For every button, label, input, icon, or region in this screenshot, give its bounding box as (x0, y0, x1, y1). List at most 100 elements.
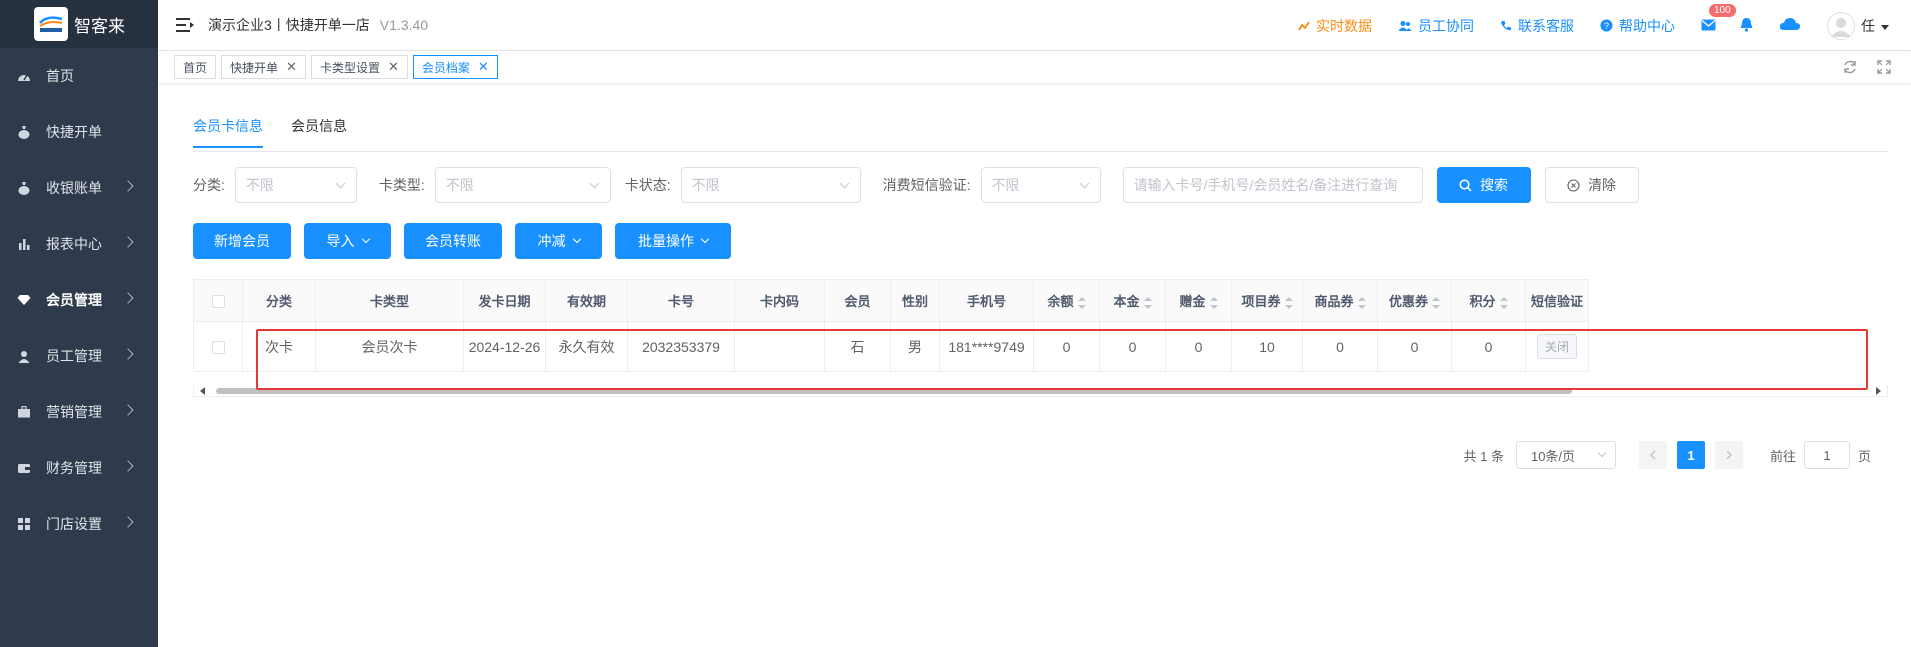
col-header-sortable[interactable]: 赠金 (1165, 279, 1232, 322)
close-icon[interactable]: ✕ (478, 59, 489, 75)
scroll-right-icon[interactable] (1876, 387, 1881, 395)
tab-member-info[interactable]: 会员信息 (291, 116, 347, 148)
chevron-left-icon (1649, 450, 1656, 460)
help-center-link[interactable]: ? 帮助中心 (1600, 16, 1675, 36)
category-select[interactable]: 不限 (234, 167, 357, 203)
scroll-left-icon[interactable] (200, 387, 205, 395)
next-page-button[interactable] (1714, 441, 1743, 469)
card-type-select[interactable]: 不限 (434, 167, 611, 203)
sort-icon[interactable] (1357, 296, 1366, 309)
table-row[interactable]: 次卡 会员次卡 2024-12-26 永久有效 2032353379 石 男 1… (193, 321, 1589, 372)
sidebar-item-marketing[interactable]: 营销管理 (0, 384, 158, 440)
mail-icon (1701, 19, 1716, 30)
sidebar-item-label: 首页 (46, 68, 74, 84)
cloud-button[interactable] (1779, 17, 1801, 34)
col-header-sortable[interactable]: 商品券 (1302, 279, 1378, 322)
col-header: 发卡日期 (463, 279, 546, 322)
diamond-icon (16, 292, 32, 308)
phone-icon (1501, 20, 1511, 30)
close-icon[interactable]: ✕ (286, 59, 297, 75)
tag-tools (1843, 60, 1891, 74)
col-header: 手机号 (939, 279, 1034, 322)
tag-card-type-settings[interactable]: 卡类型设置 ✕ (310, 55, 408, 79)
sort-icon[interactable] (1432, 296, 1440, 309)
col-header-sortable[interactable]: 本金 (1099, 279, 1166, 322)
import-button[interactable]: 导入 (304, 223, 391, 259)
member-transfer-button[interactable]: 会员转账 (404, 223, 502, 259)
col-header-sortable[interactable]: 积分 (1451, 279, 1526, 322)
svg-text:?: ? (1604, 21, 1609, 31)
col-header: 会员 (824, 279, 891, 322)
col-header-sortable[interactable]: 项目券 (1231, 279, 1303, 322)
staff-collab-link[interactable]: 员工协同 (1398, 16, 1474, 36)
chevron-right-icon (122, 236, 134, 248)
cell-discount-coupon: 0 (1377, 321, 1452, 372)
close-icon[interactable]: ✕ (388, 59, 399, 75)
cell-points: 0 (1451, 321, 1526, 372)
table-horizontal-scrollbar[interactable] (193, 385, 1888, 397)
search-icon (1459, 178, 1472, 192)
card-status-select[interactable]: 不限 (680, 167, 861, 203)
goto-page-input[interactable]: 1 (1803, 441, 1850, 469)
sidebar-item-store-settings[interactable]: 门店设置 (0, 496, 158, 552)
card-type-label: 卡类型: (378, 177, 425, 193)
prev-page-button[interactable] (1638, 441, 1667, 469)
bar-chart-icon (16, 236, 32, 252)
sort-icon[interactable] (1499, 296, 1508, 309)
chevron-down-icon (361, 234, 370, 244)
cell-member: 石 (824, 321, 891, 372)
chevron-right-icon (122, 180, 134, 192)
menu-toggle-icon[interactable] (176, 18, 194, 32)
avatar[interactable] (1827, 11, 1855, 40)
tab-card-info[interactable]: 会员卡信息 (193, 116, 263, 148)
sms-verify-select[interactable]: 不限 (980, 167, 1101, 203)
sort-icon[interactable] (1143, 296, 1152, 309)
notification-button[interactable] (1740, 17, 1753, 35)
tag-quick-order[interactable]: 快捷开单 ✕ (221, 55, 306, 79)
offset-button[interactable]: 冲减 (515, 223, 602, 259)
tag-label: 会员档案 (421, 60, 470, 75)
refresh-icon[interactable] (1843, 60, 1857, 74)
tag-home[interactable]: 首页 (174, 55, 217, 79)
sort-icon[interactable] (1209, 296, 1218, 309)
col-header: 分类 (242, 279, 316, 322)
contact-support-link[interactable]: 联系客服 (1500, 16, 1574, 36)
sidebar-item-quick-order[interactable]: 快捷开单 (0, 104, 158, 160)
sidebar-item-billing[interactable]: 收银账单 (0, 160, 158, 216)
col-header-sortable[interactable]: 余额 (1033, 279, 1100, 322)
sort-icon[interactable] (1284, 296, 1293, 309)
cell-validity: 永久有效 (545, 321, 628, 372)
page-size-select[interactable]: 10条/页 (1515, 441, 1616, 469)
select-all-checkbox[interactable] (211, 295, 225, 309)
scrollbar-thumb[interactable] (216, 388, 1572, 394)
batch-operation-button[interactable]: 批量操作 (615, 223, 731, 259)
sidebar-item-finance[interactable]: 财务管理 (0, 440, 158, 496)
tag-member-profile[interactable]: 会员档案 ✕ (412, 55, 498, 79)
mail-button[interactable]: 100 (1701, 3, 1736, 34)
sidebar-item-reports[interactable]: 报表中心 (0, 216, 158, 272)
realtime-data-label: 实时数据 (1316, 17, 1372, 34)
page-number-button[interactable]: 1 (1676, 441, 1705, 469)
clear-button[interactable]: 清除 (1544, 167, 1639, 203)
add-member-button[interactable]: 新增会员 (193, 223, 291, 259)
col-header-sortable[interactable]: 优惠券 (1377, 279, 1452, 322)
search-button[interactable]: 搜索 (1436, 167, 1531, 203)
fullscreen-icon[interactable] (1877, 60, 1891, 74)
logo-bar: 智客来 (0, 0, 158, 48)
sidebar-item-home[interactable]: 首页 (0, 48, 158, 104)
cell-card-number: 2032353379 (627, 321, 735, 372)
row-checkbox[interactable] (211, 341, 225, 355)
goto-prefix: 前往 (1769, 448, 1796, 464)
sms-verify-toggle[interactable]: 关闭 (1536, 334, 1577, 359)
sort-icon[interactable] (1077, 296, 1086, 309)
search-input[interactable]: 请输入卡号/手机号/会员姓名/备注进行查询 (1122, 167, 1423, 203)
realtime-data-link[interactable]: 实时数据 (1298, 16, 1372, 36)
sidebar-item-members[interactable]: 会员管理 (0, 272, 158, 328)
row-select-cell[interactable] (193, 321, 243, 372)
sidebar-item-label: 门店设置 (46, 516, 102, 532)
select-all-cell[interactable] (193, 279, 243, 322)
sidebar-item-label: 快捷开单 (46, 124, 102, 140)
caret-down-icon[interactable] (1881, 24, 1889, 30)
sidebar-item-staff[interactable]: 员工管理 (0, 328, 158, 384)
user-name[interactable]: 任 (1861, 16, 1875, 36)
